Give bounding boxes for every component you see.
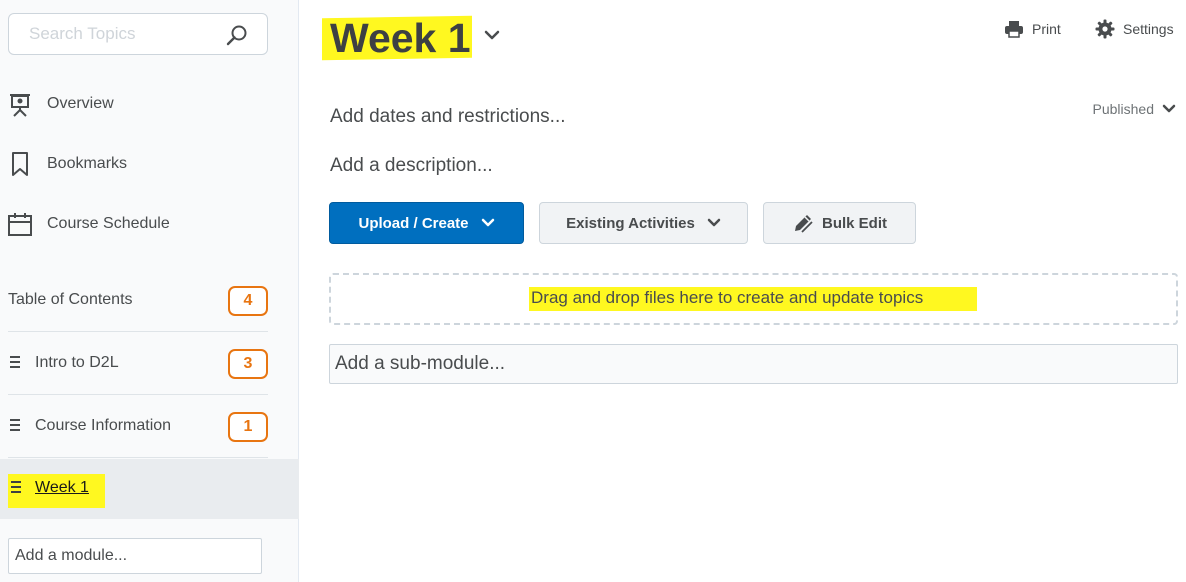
add-module-box xyxy=(8,538,262,574)
nav-overview[interactable]: Overview xyxy=(0,84,299,124)
drag-handle-icon[interactable] xyxy=(10,419,22,432)
table-of-contents[interactable]: Table of Contents 4 xyxy=(8,269,268,332)
chevron-down-icon xyxy=(1162,104,1176,113)
search-input[interactable] xyxy=(9,14,224,54)
chevron-down-icon xyxy=(481,218,494,227)
existing-activities-label: Existing Activities xyxy=(566,214,695,232)
bulk-edit-button[interactable]: Bulk Edit xyxy=(763,202,916,244)
calendar-icon xyxy=(8,213,32,236)
published-dropdown[interactable]: Published xyxy=(1093,101,1177,117)
nav-course-schedule-label: Course Schedule xyxy=(47,215,170,232)
add-description-link[interactable]: Add a description... xyxy=(330,155,493,177)
nav-bookmarks-label: Bookmarks xyxy=(47,155,128,172)
toc-count-badge: 4 xyxy=(228,286,268,316)
bulk-edit-label: Bulk Edit xyxy=(821,214,887,232)
add-submodule-input[interactable] xyxy=(330,345,1177,383)
presentation-icon xyxy=(10,94,30,117)
nav-bookmarks[interactable]: Bookmarks xyxy=(0,144,299,184)
sidebar: Overview Bookmarks Course Schedule Table… xyxy=(0,0,299,582)
chevron-down-icon xyxy=(707,218,721,227)
print-label: Print xyxy=(1032,21,1061,37)
module-count-badge: 3 xyxy=(228,349,268,379)
drag-handle-icon[interactable] xyxy=(11,481,23,494)
add-submodule-box xyxy=(329,344,1178,384)
add-module-input[interactable] xyxy=(9,539,261,573)
nav-overview-label: Overview xyxy=(47,95,114,112)
module-count-badge: 1 xyxy=(228,412,268,442)
main-content: Week 1 Print Settings Add dates and rest… xyxy=(300,0,1186,582)
settings-button[interactable]: Settings xyxy=(1095,17,1174,41)
dropzone-text: Drag and drop files here to create and u… xyxy=(531,288,924,307)
nav-course-schedule[interactable]: Course Schedule xyxy=(0,204,299,244)
toc-label: Table of Contents xyxy=(8,291,133,308)
existing-activities-button[interactable]: Existing Activities xyxy=(539,202,748,244)
settings-label: Settings xyxy=(1123,21,1174,37)
module-course-information[interactable]: Course Information 1 xyxy=(8,395,268,458)
published-label: Published xyxy=(1092,101,1155,117)
bookmark-icon xyxy=(12,152,28,176)
module-label: Course Information xyxy=(35,417,172,434)
upload-create-button[interactable]: Upload / Create xyxy=(329,202,524,244)
search-icon[interactable] xyxy=(225,23,249,47)
module-week-1-label[interactable]: Week 1 xyxy=(35,479,89,497)
chevron-down-icon[interactable] xyxy=(484,28,500,42)
drag-handle-icon[interactable] xyxy=(10,356,22,369)
printer-icon xyxy=(1005,21,1023,38)
upload-create-label: Upload / Create xyxy=(358,214,469,232)
search-box xyxy=(8,13,268,55)
gear-icon xyxy=(1095,19,1115,39)
pencil-edit-icon xyxy=(794,215,813,233)
module-label: Intro to D2L xyxy=(35,354,119,371)
print-button[interactable]: Print xyxy=(1004,17,1061,41)
module-intro-to-d2l[interactable]: Intro to D2L 3 xyxy=(8,332,268,395)
add-dates-link[interactable]: Add dates and restrictions... xyxy=(330,106,566,128)
page-title: Week 1 xyxy=(330,15,471,61)
